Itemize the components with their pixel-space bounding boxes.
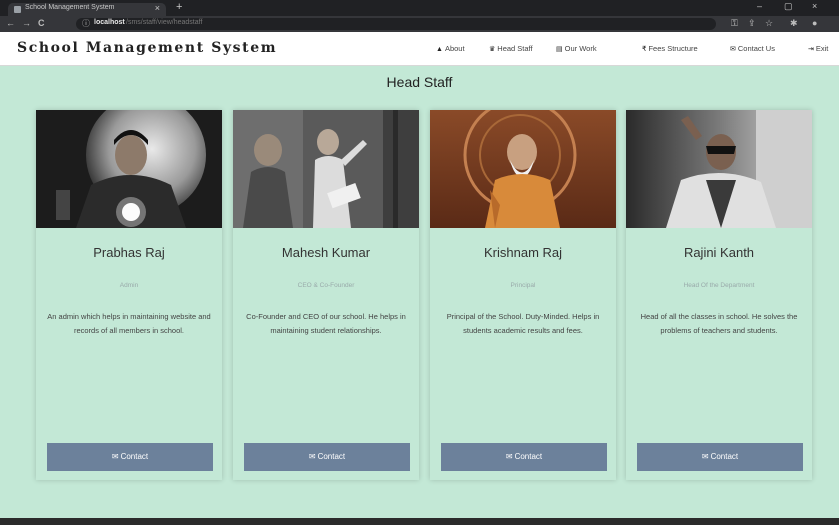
contact-button-label: Contact <box>514 452 543 461</box>
contact-button-label: Contact <box>317 452 346 461</box>
share-icon[interactable]: ⇪ <box>748 18 756 29</box>
favicon-icon <box>14 6 21 13</box>
section-heading: Head Staff <box>386 74 453 90</box>
staff-name: Prabhas Raj <box>93 245 165 260</box>
info-icon[interactable]: ⓘ <box>82 18 90 29</box>
staff-card: Krishnam Raj Principal Principal of the … <box>430 110 616 480</box>
url-path: /sms/staff/view/headstaff <box>126 19 203 26</box>
rupee-icon: ₹ <box>642 46 647 53</box>
browser-address-bar: ← → C ⓘ localhost /sms/staff/view/headst… <box>0 16 839 32</box>
browser-tab-bar: School Management System × + ‒ ▢ × <box>0 0 839 16</box>
browser-tab[interactable]: School Management System × <box>8 3 166 16</box>
envelope-icon: ✉ <box>308 452 316 461</box>
minimize-icon[interactable]: ‒ <box>757 1 762 11</box>
key-icon[interactable]: ⚿ <box>731 18 738 29</box>
nav-about-label: About <box>444 44 465 53</box>
staff-photo <box>233 110 419 228</box>
site-navbar: School Management System ▲ About ♛ Head St… <box>0 32 839 66</box>
staff-name: Krishnam Raj <box>483 245 563 260</box>
staff-role: Admin <box>119 282 139 289</box>
nav-exit-label: Exit <box>815 44 829 53</box>
nav-head-staff-label: Head Staff <box>497 44 533 53</box>
staff-role: Principal <box>510 282 536 289</box>
url-host: localhost <box>94 19 125 26</box>
staff-name: Rajini Kanth <box>683 245 755 260</box>
staff-card: Rajini Kanth Head Of the Department Head… <box>626 110 812 480</box>
extensions-icon[interactable]: ✱ <box>790 18 798 29</box>
maximize-icon[interactable]: ▢ <box>784 1 793 12</box>
nav-head-staff[interactable]: ♛ Head Staff <box>489 44 533 53</box>
contact-button[interactable]: ✉ Contact <box>441 443 607 471</box>
tab-close-icon[interactable]: × <box>155 3 160 13</box>
staff-role: Head Of the Department <box>683 282 755 289</box>
new-tab-button[interactable]: + <box>176 1 182 13</box>
staff-photo <box>36 110 222 228</box>
nav-contact-us[interactable]: ✉ Contact Us <box>730 44 775 53</box>
contact-button-label: Contact <box>710 452 739 461</box>
staff-description: An admin which helps in maintaining webs… <box>47 312 211 335</box>
bookmark-star-icon[interactable]: ☆ <box>765 18 773 29</box>
reload-icon[interactable]: C <box>38 18 45 28</box>
nav-fees-structure-label: Fees Structure <box>648 44 698 53</box>
page-footer <box>0 518 839 525</box>
nav-our-work[interactable]: ▤ Our Work <box>556 44 597 53</box>
staff-role: CEO & Co-Founder <box>297 282 355 289</box>
browser-tab-title: School Management System <box>25 4 115 11</box>
nav-exit[interactable]: ⇥ Exit <box>808 44 828 53</box>
contact-button-label: Contact <box>120 452 149 461</box>
envelope-icon: ✉ <box>111 452 119 461</box>
nav-fees-structure[interactable]: ₹ Fees Structure <box>642 44 698 53</box>
staff-description: Head of all the classes in school. He so… <box>640 312 798 335</box>
staff-card: Prabhas Raj Admin An admin which helps i… <box>36 110 222 480</box>
sign-out-icon: ⇥ <box>808 46 814 53</box>
nav-about[interactable]: ▲ About <box>436 44 465 53</box>
url-field[interactable]: ⓘ localhost /sms/staff/view/headstaff <box>76 18 716 30</box>
staff-card: Mahesh Kumar CEO & Co-Founder Co-Founder… <box>233 110 419 480</box>
staff-photo <box>430 110 616 228</box>
envelope-icon: ✉ <box>701 452 709 461</box>
close-window-icon[interactable]: × <box>812 1 817 11</box>
contact-button[interactable]: ✉ Contact <box>244 443 410 471</box>
users-icon: ♛ <box>489 46 496 53</box>
staff-name: Mahesh Kumar <box>281 245 371 260</box>
envelope-icon: ✉ <box>730 46 736 53</box>
list-icon: ▤ <box>556 46 563 53</box>
user-icon: ▲ <box>436 46 443 53</box>
back-icon[interactable]: ← <box>6 18 15 28</box>
site-brand[interactable]: School Management System <box>17 40 277 56</box>
forward-icon[interactable]: → <box>22 18 31 28</box>
envelope-icon: ✉ <box>505 452 513 461</box>
contact-button[interactable]: ✉ Contact <box>47 443 213 471</box>
contact-button[interactable]: ✉ Contact <box>637 443 803 471</box>
staff-description: Co-Founder and CEO of our school. He hel… <box>246 312 406 335</box>
profile-icon[interactable]: ● <box>812 18 817 28</box>
nav-contact-us-label: Contact Us <box>737 44 775 53</box>
nav-our-work-label: Our Work <box>564 44 597 53</box>
staff-description: Principal of the School. Duty-Minded. He… <box>446 312 600 335</box>
staff-photo <box>626 110 812 228</box>
